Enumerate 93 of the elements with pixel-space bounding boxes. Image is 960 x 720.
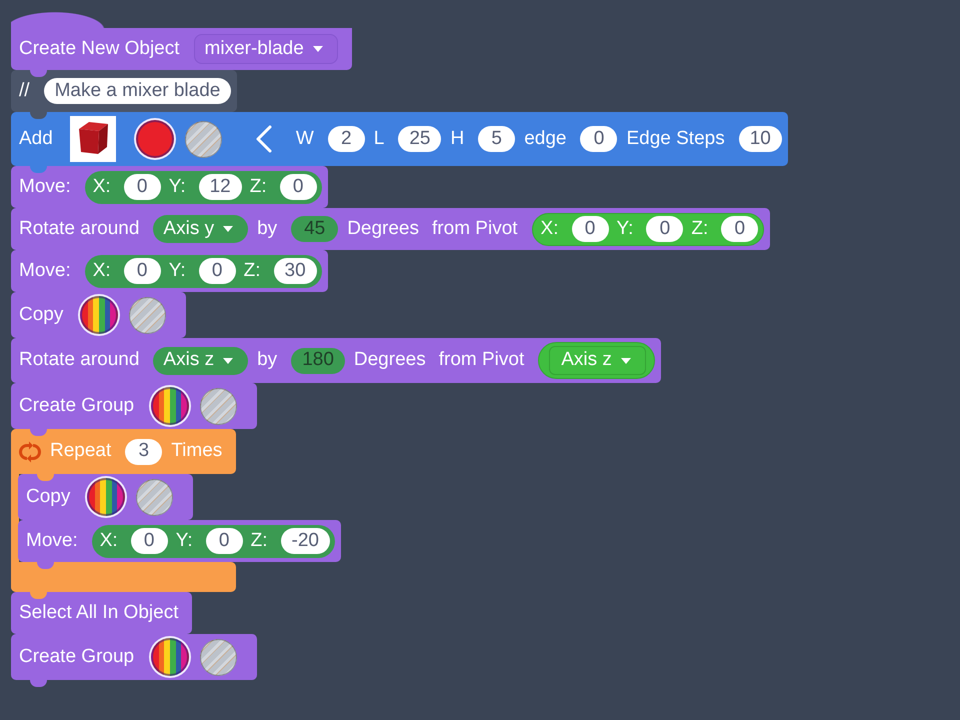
axis-label: Y: [168,174,186,199]
block-label: Copy [26,484,70,509]
command-block[interactable]: Select All In Object [11,592,192,634]
striped-swatch-icon[interactable] [184,120,222,158]
rainbow-swatch-icon[interactable] [151,638,190,676]
block-label: Degrees [354,348,426,372]
number-field[interactable]: 0 [721,216,758,242]
block-label: Move: [26,528,78,553]
block-label: Edge Steps [626,126,725,151]
block-label: Create Group [19,644,134,669]
block-label: Times [171,439,222,464]
number-field[interactable]: 3 [125,438,162,464]
caret-icon [312,46,323,52]
block-label: Repeat [50,439,112,464]
number-field[interactable]: 0 [124,174,161,200]
axis-label: Z: [250,174,267,199]
repeat-icon [19,440,41,462]
command-block[interactable]: Move: X: 0 Y: 12 Z: 0 [11,166,328,208]
block-label: Move: [19,174,71,199]
number-field[interactable]: -20 [280,528,330,554]
block-label: Rotate around [19,348,140,372]
block-label: by [257,348,278,372]
command-block[interactable]: Move: X: 0 Y: 0 Z: -20 [18,520,341,562]
axis-label: Y: [168,258,186,283]
axis-label: Z: [691,216,708,241]
number-field[interactable]: 0 [580,126,618,152]
number-field[interactable]: 0 [130,528,168,554]
block-label: Move: [19,258,71,283]
striped-swatch-icon[interactable] [200,388,238,424]
block-label: Copy [19,302,64,327]
text-field[interactable]: Make a mixer blade [44,78,232,104]
axis-label: Z: [250,528,268,553]
caret-icon [223,226,234,232]
number-field[interactable]: 0 [646,216,684,242]
color-swatch-icon[interactable] [136,120,174,158]
striped-swatch-icon[interactable] [136,478,174,516]
command-block[interactable]: Copy [11,292,186,338]
axis-label: X: [100,528,118,553]
axis-label: X: [540,216,558,241]
block-label: // [19,78,30,103]
number-field[interactable]: 0 [280,174,317,200]
axis-dropdown[interactable]: Axis z [153,346,248,374]
block-label: W [296,126,314,151]
block-label: by [257,216,278,241]
chevron-left-icon[interactable] [254,125,273,153]
block-label: Rotate around [19,216,140,241]
command-block[interactable]: Rotate around Axis y by 45 Degrees from Pivot X: 0 Y: 0 Z: 0 [11,208,770,250]
block-label: Create Group [19,394,134,418]
number-field[interactable]: 0 [206,528,243,554]
command-block[interactable]: Move: X: 0 Y: 0 Z: 30 [11,250,328,292]
number-field[interactable]: 25 [398,126,442,152]
caret-icon [223,358,234,364]
object-dropdown[interactable]: mixer-blade [194,34,338,64]
number-field[interactable]: 2 [328,126,365,152]
block-label: from Pivot [438,348,524,372]
rainbow-swatch-icon[interactable] [80,296,118,334]
hat-block[interactable]: Create New Object mixer-blade [11,12,352,70]
number-field[interactable]: 0 [124,258,161,284]
block-label: L [374,126,384,151]
command-block[interactable]: Copy [18,474,194,520]
striped-swatch-icon[interactable] [200,638,238,676]
number-field[interactable]: 5 [478,126,516,152]
block-label: edge [524,126,566,151]
caret-icon [620,358,631,364]
cube-icon[interactable] [70,116,116,162]
number-field[interactable]: 0 [198,258,236,284]
number-field[interactable]: 0 [572,216,608,242]
axis-label: Y: [176,528,193,553]
number-field[interactable]: 10 [738,126,782,152]
number-field[interactable]: 45 [291,216,338,242]
command-block[interactable]: Create Group [11,634,258,680]
comment-block[interactable]: // Make a mixer blade [11,70,238,112]
axis-label: X: [92,174,111,199]
command-block[interactable]: Rotate around Axis z by 180 Degrees from Pivot Axis z [11,338,661,383]
shape-block[interactable]: Add W 2 L 25 H 5 edge 0 Edge Steps 10 [11,112,788,166]
axis-label: Z: [244,258,260,283]
repeat-block[interactable]: Repeat 3 Times Copy Move: X: 0 Y: 0 Z: -20 [11,429,341,592]
axis-label: Y: [616,216,634,241]
block-label: Add [19,126,53,151]
block-label: Select All In Object [19,600,178,625]
block-label: from Pivot [432,216,518,241]
rainbow-swatch-icon[interactable] [151,387,190,425]
block-label: Degrees [347,216,420,241]
block-label: Create New Object [19,36,180,61]
block-label: H [450,126,464,151]
axis-dropdown[interactable]: Axis y [153,215,248,243]
number-field[interactable]: 12 [198,174,242,200]
number-field[interactable]: 30 [274,258,317,284]
striped-swatch-icon[interactable] [129,296,166,334]
rainbow-swatch-icon[interactable] [87,478,126,516]
axis-label: X: [92,258,111,283]
number-field[interactable]: 180 [291,348,345,374]
command-block[interactable]: Create Group [11,383,258,429]
